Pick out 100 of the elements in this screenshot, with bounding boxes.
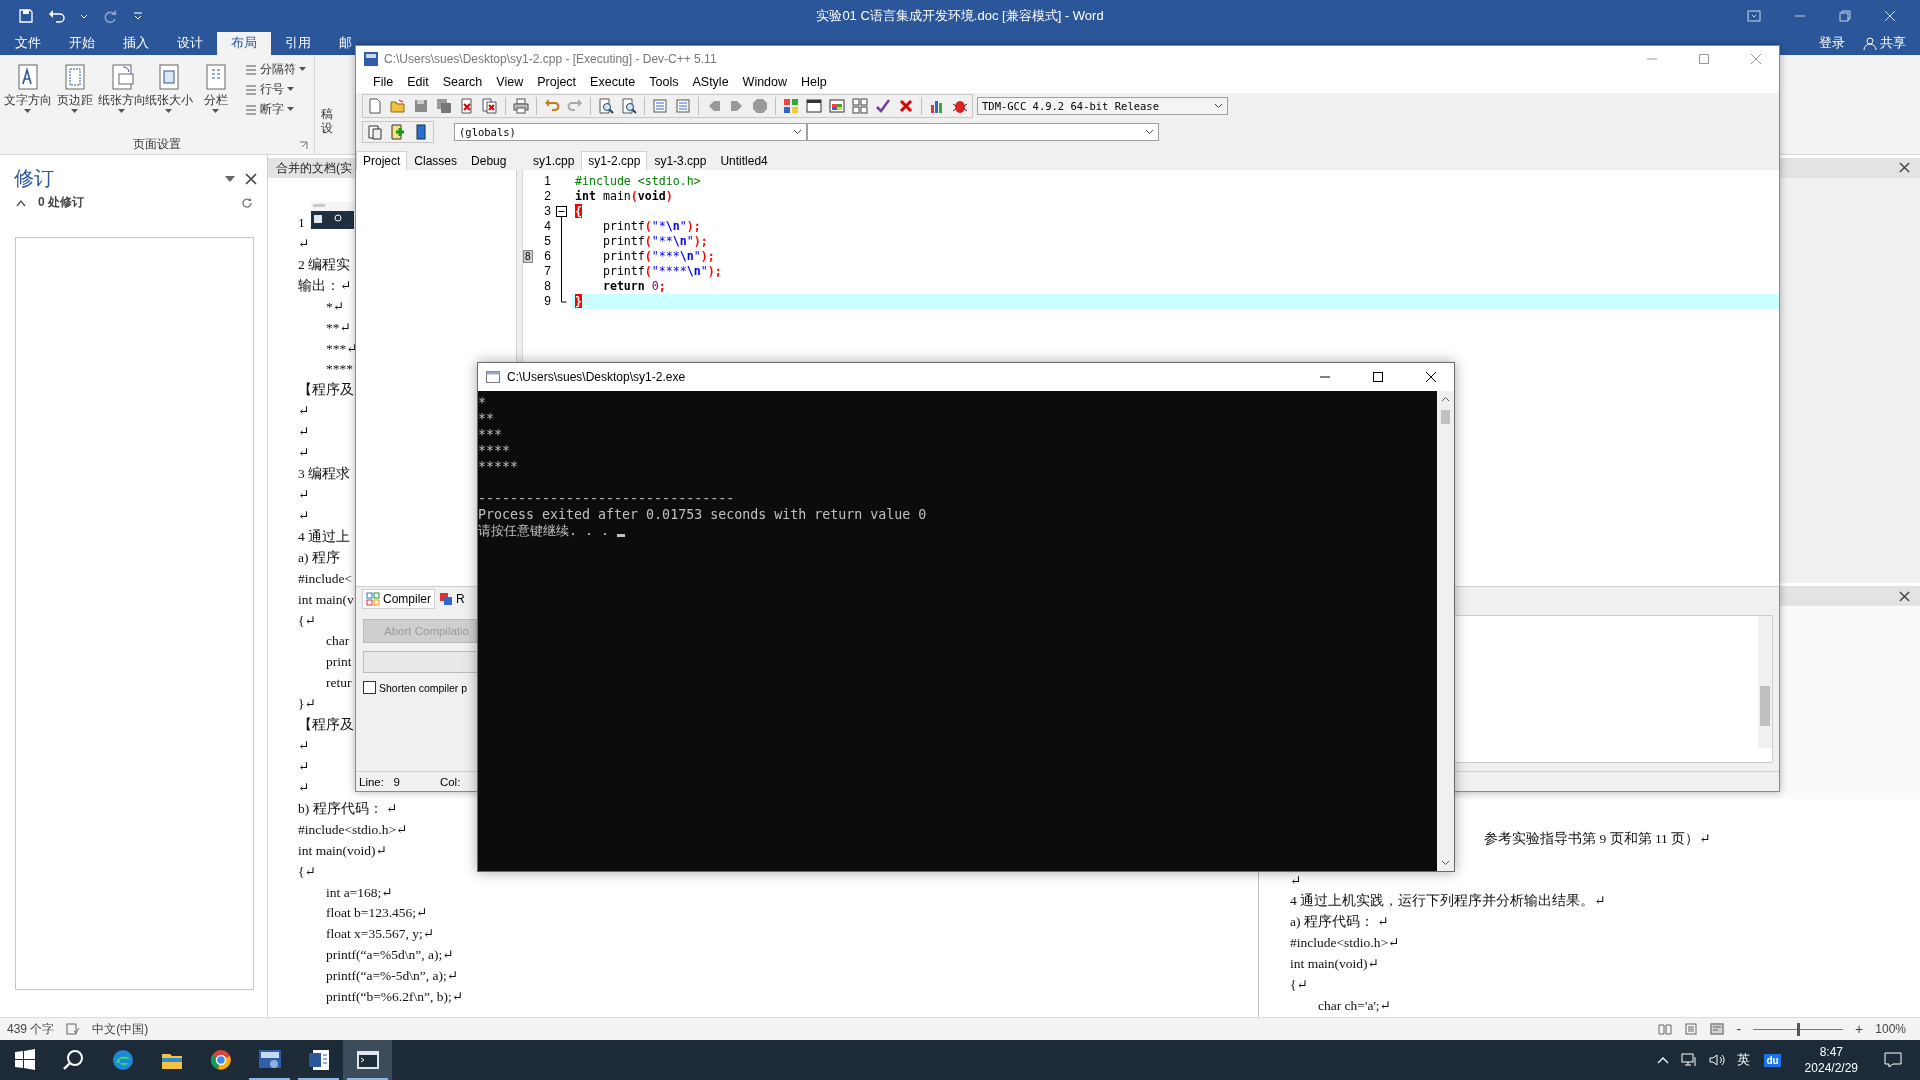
undo-icon[interactable]	[48, 8, 66, 24]
restore-icon[interactable]	[1839, 10, 1851, 22]
menu-item[interactable]: Execute	[583, 75, 643, 89]
panel-tab[interactable]: R	[435, 589, 469, 610]
grid-icon[interactable]	[783, 98, 799, 114]
check-icon[interactable]	[875, 98, 891, 114]
window-title: 实验01 C语言集成开发环境.doc [兼容模式] - Word	[816, 7, 1104, 25]
word-count[interactable]: 439 个字	[7, 1020, 55, 1038]
close-file-icon[interactable]	[459, 98, 475, 114]
clock[interactable]: 8:47 2024/2/29	[1804, 1044, 1858, 1076]
search-icon[interactable]	[598, 98, 614, 114]
page-icon[interactable]	[367, 124, 383, 140]
replace-icon[interactable]	[621, 98, 637, 114]
ribbon-button[interactable]: 断字	[245, 102, 306, 117]
share-button[interactable]: 共享	[1863, 32, 1906, 55]
scroll-thumb[interactable]	[1441, 410, 1450, 424]
ribbon-button[interactable]: 纸张大小	[145, 62, 192, 134]
menu-item[interactable]: Tools	[642, 75, 686, 89]
ribbon-tab[interactable]: 插入	[109, 32, 163, 55]
save-all-icon[interactable]	[436, 98, 452, 114]
ribbon-tab[interactable]: 邮	[325, 32, 366, 55]
maximize-icon[interactable]	[1373, 372, 1383, 382]
ribbon-tab[interactable]: 文件	[1, 32, 55, 55]
scrollbar[interactable]	[1437, 391, 1454, 871]
close-icon[interactable]	[245, 172, 257, 185]
panel-tab[interactable]: Compiler	[362, 589, 435, 610]
web-layout-icon[interactable]	[1710, 1023, 1725, 1035]
new-file-icon[interactable]	[367, 98, 383, 114]
ribbon-button[interactable]: 分隔符	[245, 62, 306, 77]
document-line: ↵	[298, 486, 310, 504]
close-icon[interactable]	[1426, 372, 1436, 382]
code-line: int main(void)	[574, 188, 674, 204]
close-all-icon[interactable]	[482, 98, 498, 114]
language-label[interactable]: 中文(中国)	[92, 1020, 149, 1038]
close-icon[interactable]	[1899, 590, 1910, 602]
bug-icon[interactable]	[952, 98, 968, 114]
network-icon[interactable]	[1681, 1053, 1698, 1067]
grid-icon[interactable]	[829, 98, 845, 114]
zoom-level[interactable]: 100%	[1875, 1022, 1906, 1036]
read-mode-icon[interactable]	[1658, 1023, 1673, 1035]
file-tab[interactable]: sy1-2.cpp	[581, 150, 648, 170]
menu-item[interactable]: Help	[794, 75, 834, 89]
app-icon	[364, 51, 378, 66]
add-icon[interactable]	[390, 124, 406, 140]
scroll-thumb[interactable]	[1760, 686, 1770, 727]
scroll-down-icon[interactable]	[1441, 860, 1450, 866]
fold-toggle-icon[interactable]	[556, 203, 567, 219]
ribbon-button[interactable]: 页边距	[51, 62, 98, 134]
ribbon-button[interactable]: 行号	[245, 82, 306, 97]
save-icon[interactable]	[18, 8, 34, 24]
caret-icon	[1145, 129, 1154, 135]
grid-icon[interactable]	[852, 98, 868, 114]
printer-icon[interactable]	[513, 98, 529, 114]
scroll-up-icon[interactable]	[1441, 396, 1450, 402]
menu-item[interactable]: Project	[530, 75, 584, 89]
bar-chart-icon[interactable]	[929, 98, 945, 114]
ribbon-tab[interactable]: 引用	[271, 32, 325, 55]
taskbar-button[interactable]	[343, 1040, 392, 1080]
bookmark-icon[interactable]	[413, 124, 429, 140]
ribbon-button[interactable]: 文字方向	[4, 62, 51, 134]
scrollbar[interactable]	[1758, 616, 1772, 749]
notification-icon[interactable]	[1884, 1052, 1902, 1068]
zoom-slider-thumb[interactable]	[1797, 1022, 1801, 1036]
document-tab[interactable]: 合并的文档(实	[268, 159, 352, 177]
panel-tab[interactable]: Project	[356, 150, 408, 170]
menu-item[interactable]: AStyle	[685, 75, 736, 89]
refresh-icon[interactable]	[241, 196, 253, 209]
input-language[interactable]: 英	[1737, 1051, 1751, 1069]
collapse-icon[interactable]	[16, 198, 26, 207]
menu-item[interactable]: Window	[735, 75, 795, 89]
member-dropdown[interactable]	[807, 123, 1159, 141]
dialog-launcher-icon[interactable]	[299, 141, 308, 150]
chevron-up-icon[interactable]	[1657, 1055, 1670, 1065]
close-icon[interactable]	[1899, 162, 1910, 174]
compiler-dropdown[interactable]: TDM-GCC 4.9.2 64-bit Release	[977, 97, 1228, 115]
ribbon-button[interactable]: 分栏	[192, 62, 239, 134]
menu-item[interactable]: View	[489, 75, 531, 89]
volume-icon[interactable]	[1709, 1053, 1726, 1067]
ribbon-tab[interactable]: 设计	[163, 32, 217, 55]
input-method-badge[interactable]: du	[1764, 1053, 1781, 1067]
folder-icon[interactable]	[390, 98, 406, 114]
ribbon-button[interactable]: 纸张方向	[98, 62, 145, 134]
sign-in-link[interactable]: 登录	[1819, 32, 1845, 55]
console-line: ***	[478, 427, 503, 443]
zoom-in-button[interactable]: +	[1855, 1021, 1864, 1037]
menu-item[interactable]: File	[366, 75, 401, 89]
window-icon[interactable]	[806, 98, 822, 114]
menu-item[interactable]: Edit	[400, 75, 436, 89]
save-icon[interactable]	[413, 98, 429, 114]
ribbon-tab[interactable]: 开始	[55, 32, 109, 55]
proofing-icon[interactable]	[66, 1023, 81, 1035]
cross-icon[interactable]	[898, 98, 914, 114]
ribbon-display-icon[interactable]	[1747, 10, 1761, 22]
caret-icon[interactable]	[225, 174, 235, 183]
scope-dropdown[interactable]: (globals)	[454, 123, 807, 141]
menu-item[interactable]: Search	[435, 75, 490, 89]
document-line: printf(“a=%-5d\n”, a);↵	[325, 967, 459, 986]
ribbon-tab[interactable]: 布局	[217, 32, 271, 55]
zoom-out-button[interactable]: -	[1736, 1021, 1742, 1037]
shorten-checkbox[interactable]: Shorten compiler p	[363, 681, 468, 695]
